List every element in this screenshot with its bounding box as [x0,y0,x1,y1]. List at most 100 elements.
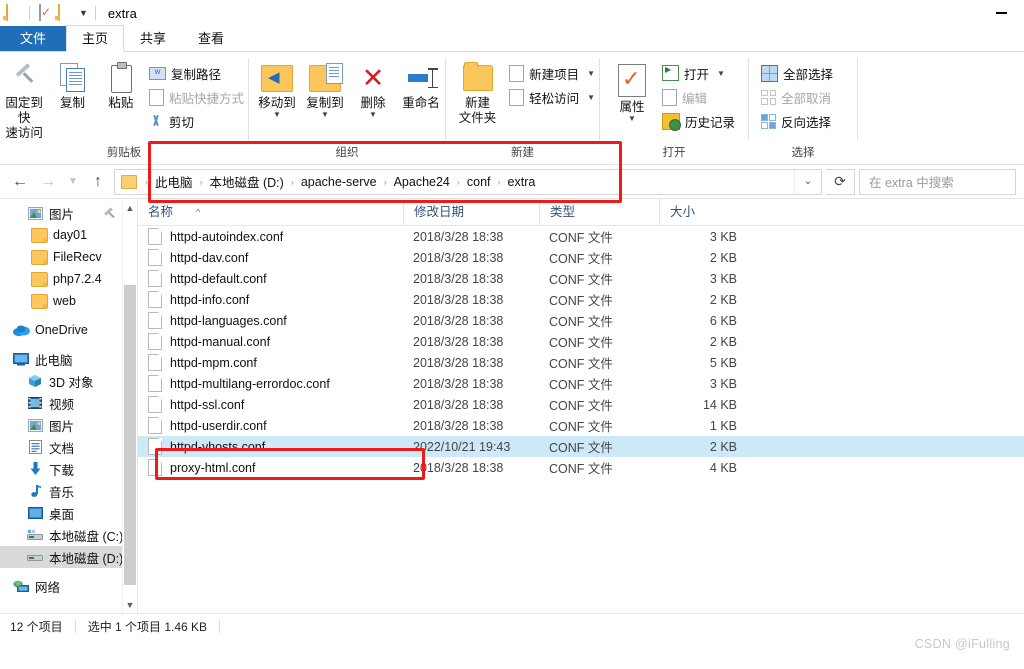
table-row-selected[interactable]: httpd-vhosts.conf 2022/10/21 19:43 CONF … [138,436,1024,457]
sidebar-item-network[interactable]: 网络 [0,575,137,597]
tab-file[interactable]: 文件 [0,26,67,51]
select-none-icon [761,89,776,105]
sidebar-item-documents[interactable]: 文档 [0,436,137,458]
history-button[interactable]: 历史记录 [658,109,739,133]
tab-share[interactable]: 共享 [124,26,182,51]
sidebar-item-filerecv[interactable]: FileRecv [0,246,137,268]
column-header-size[interactable]: 大小 [659,199,749,225]
forward-arrow-icon[interactable]: → [36,170,60,194]
table-row[interactable]: httpd-default.conf 2018/3/28 18:38 CONF … [138,268,1024,289]
sidebar-item-drive-d[interactable]: 本地磁盘 (D:) [0,546,137,568]
navigation-pane: 图片 day01 FileRecv php7.2.4 web OneDrive … [0,199,137,613]
sidebar-item-desktop[interactable]: 桌面 [0,502,137,524]
move-to-button[interactable]: ◀ 移动到 ▼ [253,58,301,119]
sidebar-item-web[interactable]: web [0,290,137,312]
new-folder-icon[interactable] [58,4,74,21]
table-row[interactable]: httpd-ssl.conf 2018/3/28 18:38 CONF 文件 1… [138,394,1024,415]
table-row[interactable]: httpd-manual.conf 2018/3/28 18:38 CONF 文… [138,331,1024,352]
title-bar: ✓ ▼ extra [0,0,1024,26]
recent-locations-caret[interactable]: ▼ [64,170,82,194]
properties-icon[interactable]: ✓ [37,4,53,21]
column-header-name[interactable]: 名称 ^ [138,199,403,225]
table-row[interactable]: httpd-multilang-errordoc.conf 2018/3/28 … [138,373,1024,394]
navigation-pane-scrollbar[interactable]: ▲ ▼ [122,199,137,613]
scroll-up-icon[interactable]: ▲ [123,199,137,216]
delete-button[interactable]: ✕ 删除 ▼ [349,58,397,119]
pin-to-quick-access-button[interactable]: 固定到快 速访问 [0,58,48,141]
back-arrow-icon[interactable]: ← [8,170,32,194]
table-row[interactable]: proxy-html.conf 2018/3/28 18:38 CONF 文件 … [138,457,1024,478]
chevron-down-icon[interactable]: ▼ [273,111,281,119]
refresh-icon[interactable]: ⟳ [826,168,855,195]
properties-button[interactable]: ✓ 属性 ▼ [606,58,658,123]
chevron-down-icon[interactable]: ▼ [587,93,595,102]
chevron-down-icon[interactable]: ▼ [321,111,329,119]
breadcrumb-item-extra[interactable]: extra [506,175,538,189]
copy-path-button[interactable]: W 复制路径 [145,61,248,85]
rename-button[interactable]: 重命名 [397,58,445,111]
table-row[interactable]: httpd-dav.conf 2018/3/28 18:38 CONF 文件 2… [138,247,1024,268]
window-menu-folder-icon[interactable] [6,4,22,21]
tab-home[interactable]: 主页 [66,25,125,52]
chevron-down-icon[interactable]: ⌄ [794,169,821,194]
sidebar-item-pictures-quick[interactable]: 图片 [0,202,137,224]
chevron-down-icon[interactable]: ▼ [79,8,88,18]
column-header-date-modified[interactable]: 修改日期 [403,199,539,225]
file-name: httpd-default.conf [170,271,267,286]
file-name: httpd-mpm.conf [170,355,257,370]
paste-button[interactable]: 粘贴 [97,58,145,111]
breadcrumb-item-apache24[interactable]: Apache24 [392,175,452,189]
folder-icon [30,249,48,265]
open-button[interactable]: 打开 ▼ [658,61,739,85]
chevron-down-icon[interactable]: ▼ [369,111,377,119]
breadcrumb-item-drive-d[interactable]: 本地磁盘 (D:) [208,172,286,191]
new-item-button[interactable]: 新建项目 ▼ [505,61,599,85]
cut-button[interactable]: 剪切 [145,109,248,133]
breadcrumb-item-apache-serve[interactable]: apache-serve [299,175,379,189]
easy-access-button[interactable]: 轻松访问 ▼ [505,85,599,109]
edit-button[interactable]: 编辑 [658,85,739,109]
sidebar-item-day01[interactable]: day01 [0,224,137,246]
sidebar-item-downloads[interactable]: 下载 [0,458,137,480]
file-date: 2018/3/28 18:38 [413,334,504,349]
sidebar-item-videos[interactable]: 视频 [0,392,137,414]
breadcrumb-item-this-pc[interactable]: 此电脑 [153,172,195,191]
minimize-button[interactable] [978,0,1024,26]
table-row[interactable]: httpd-languages.conf 2018/3/28 18:38 CON… [138,310,1024,331]
sidebar-item-onedrive[interactable]: OneDrive [0,319,137,341]
up-arrow-icon[interactable]: ↑ [86,170,110,194]
sidebar-item-3d-objects[interactable]: 3D 对象 [0,370,137,392]
table-row[interactable]: httpd-autoindex.conf 2018/3/28 18:38 CON… [138,226,1024,247]
chevron-down-icon[interactable]: ▼ [628,115,636,123]
selection-info: 选中 1 个项目 1.46 KB [87,619,208,634]
chevron-down-icon[interactable]: ▼ [717,69,725,78]
copy-button[interactable]: 复制 [48,58,96,111]
table-row[interactable]: httpd-mpm.conf 2018/3/28 18:38 CONF 文件 5… [138,352,1024,373]
invert-selection-button[interactable]: 反向选择 [757,109,837,133]
column-header-type[interactable]: 类型 [539,199,659,225]
scroll-down-icon[interactable]: ▼ [123,596,137,613]
qat-separator-2 [94,6,96,20]
button-label: 粘贴 [108,96,134,110]
breadcrumb-bar[interactable]: › 此电脑 › 本地磁盘 (D:) › apache-serve › Apach… [114,168,822,195]
chevron-down-icon[interactable]: ▼ [587,69,595,78]
scrollbar-thumb[interactable] [124,285,136,585]
paste-shortcut-button[interactable]: 粘贴快捷方式 [145,85,248,109]
sidebar-item-label: web [53,294,76,308]
table-row[interactable]: httpd-info.conf 2018/3/28 18:38 CONF 文件 … [138,289,1024,310]
tab-view[interactable]: 查看 [182,26,240,51]
table-row[interactable]: httpd-userdir.conf 2018/3/28 18:38 CONF … [138,415,1024,436]
sidebar-item-this-pc[interactable]: 此电脑 [0,348,137,370]
file-date: 2018/3/28 18:38 [413,313,504,328]
sidebar-item-drive-c[interactable]: 本地磁盘 (C:) [0,524,137,546]
pin-icon[interactable] [104,208,115,219]
select-none-button[interactable]: 全部取消 [757,85,837,109]
copy-to-button[interactable]: 复制到 ▼ [301,58,349,119]
search-input[interactable]: 在 extra 中搜索 [859,168,1016,195]
breadcrumb-item-conf[interactable]: conf [465,175,493,189]
sidebar-item-pictures[interactable]: 图片 [0,414,137,436]
new-folder-button[interactable]: 新建 文件夹 [450,58,505,126]
select-all-button[interactable]: 全部选择 [757,61,837,85]
sidebar-item-music[interactable]: 音乐 [0,480,137,502]
sidebar-item-php724[interactable]: php7.2.4 [0,268,137,290]
